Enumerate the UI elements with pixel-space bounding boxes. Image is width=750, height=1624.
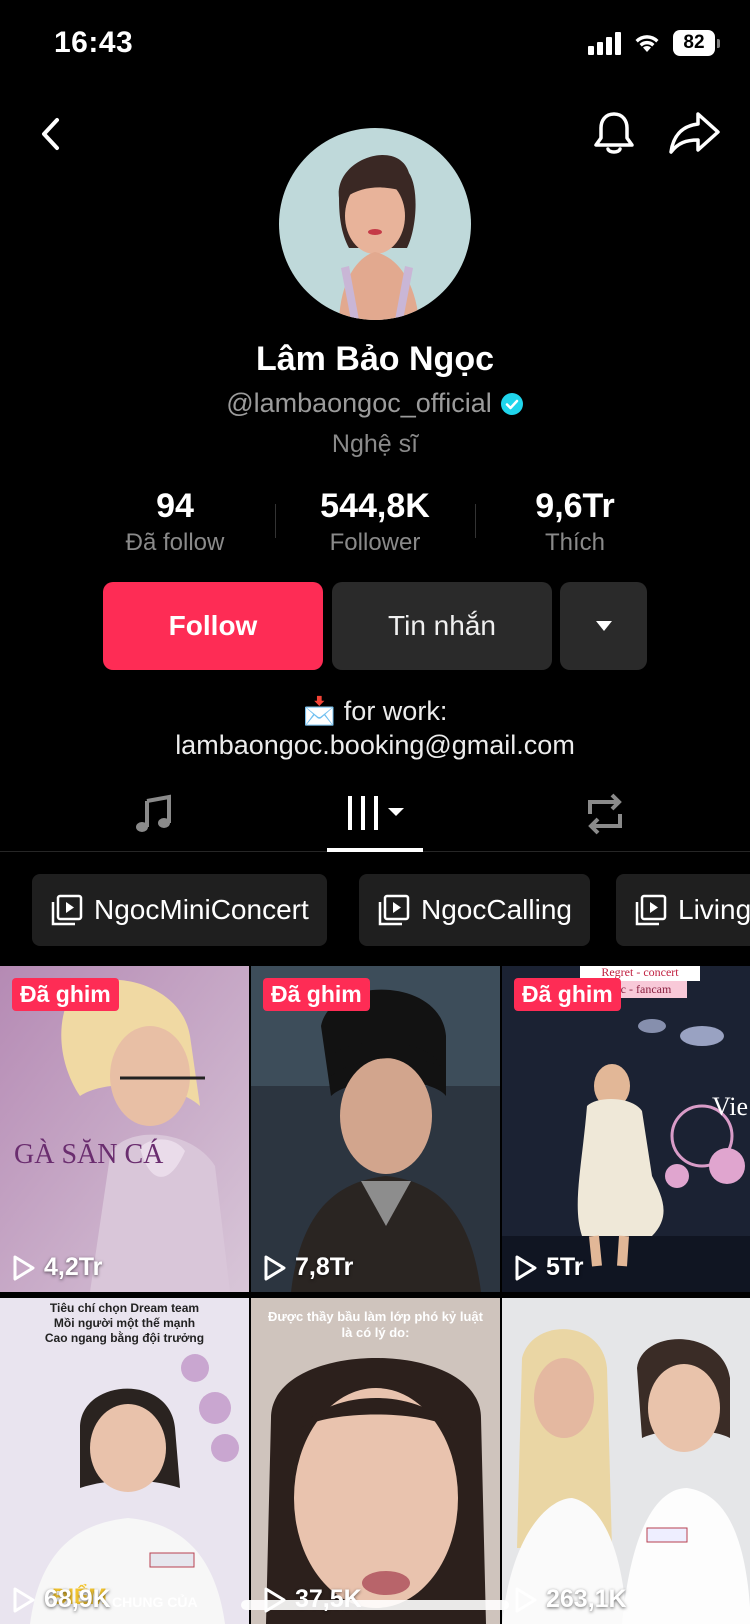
- view-count-value: 7,8Tr: [295, 1253, 354, 1281]
- view-count: 4,2Tr: [12, 1253, 102, 1282]
- video-thumbnail[interactable]: Đã ghim 7,8Tr: [251, 966, 500, 1292]
- stat-following-value: 94: [156, 487, 194, 525]
- active-tab-indicator: [327, 848, 423, 852]
- playlist-chip[interactable]: NgocCalling: [359, 874, 590, 946]
- view-count: 263,1K: [514, 1585, 627, 1614]
- playlist-row: NgocMiniConcert NgocCalling Living: [0, 874, 750, 946]
- thumbnail-overlay-text: Cao ngang bằng đội trưởng: [44, 1331, 205, 1345]
- status-time: 16:43: [54, 26, 134, 59]
- bio-line-1-text: for work:: [343, 696, 448, 726]
- playlist-icon: [378, 894, 410, 926]
- profile-tabs: [0, 770, 750, 852]
- thumbnail-overlay-text: Được thầy bầu làm lớp phó kỷ luật: [268, 1309, 483, 1324]
- bio-email[interactable]: lambaongoc.booking@gmail.com: [0, 728, 750, 762]
- tab-videos[interactable]: [340, 790, 414, 838]
- stats-row: 94 Đã follow 544,8K Follower 9,6Tr Thích: [0, 486, 750, 556]
- signal-icon: [588, 31, 621, 55]
- thumbnail-image: [0, 966, 249, 1292]
- playlist-chip-label: NgocCalling: [421, 894, 572, 925]
- verified-badge-icon: [500, 392, 523, 415]
- avatar[interactable]: [279, 128, 471, 320]
- stat-likes-label: Thích: [544, 529, 606, 556]
- chevron-left-icon: [42, 118, 59, 150]
- caret-down-icon: [595, 621, 612, 631]
- home-indicator[interactable]: [241, 1600, 509, 1610]
- more-options-button[interactable]: [560, 582, 647, 670]
- status-icons: 82: [588, 30, 720, 56]
- play-icon: [264, 1255, 286, 1280]
- music-note-icon: [136, 794, 171, 832]
- handle-row: @lambaongoc_official: [0, 388, 750, 419]
- wifi-icon: [635, 35, 659, 52]
- thumbnail-image: [502, 966, 750, 1292]
- video-thumbnail[interactable]: Được thầy bầu làm lớp phó kỷ luật là có …: [251, 1298, 500, 1624]
- video-thumbnail[interactable]: 263,1K: [502, 1298, 750, 1624]
- stat-followers-value: 544,8K: [320, 487, 430, 525]
- view-count-value: 4,2Tr: [44, 1253, 103, 1281]
- profile-category: Nghệ sĩ: [331, 430, 419, 458]
- thumbnail-image: [251, 966, 500, 1292]
- stat-likes-value: 9,6Tr: [535, 487, 615, 525]
- play-icon: [515, 1587, 537, 1612]
- battery-icon: 82: [673, 30, 720, 56]
- pinned-badge: Đã ghim: [263, 978, 370, 1011]
- share-button[interactable]: [662, 104, 726, 162]
- envelope-icon: 📩: [302, 696, 337, 726]
- thumbnail-overlay-text: Vie: [712, 1092, 748, 1121]
- back-button[interactable]: [24, 106, 80, 162]
- view-count: 5Tr: [514, 1253, 584, 1282]
- follow-button[interactable]: Follow: [103, 582, 323, 670]
- stat-following[interactable]: 94 Đã follow: [75, 486, 275, 560]
- stat-followers[interactable]: 544,8K Follower: [275, 486, 475, 560]
- video-thumbnail[interactable]: GÀ SĂN CÁ Đã ghim 4,2Tr: [0, 966, 249, 1292]
- video-thumbnail[interactable]: Regret - concert ngoc - fancam Vie Đã gh…: [502, 966, 750, 1292]
- thumbnail-image: [251, 1298, 500, 1624]
- play-icon: [13, 1255, 35, 1280]
- view-count-value: 5Tr: [546, 1253, 584, 1281]
- view-count: 7,8Tr: [263, 1253, 353, 1282]
- thumbnail-overlay-text: là có lý do:: [341, 1325, 410, 1340]
- playlist-icon: [635, 894, 667, 926]
- grid-videos-icon: [348, 796, 404, 830]
- view-count-value: 263,1K: [546, 1585, 627, 1613]
- share-icon: [669, 112, 720, 154]
- playlist-chip-label: NgocMiniConcert: [94, 894, 309, 925]
- stat-following-label: Đã follow: [125, 529, 225, 556]
- bell-icon: [594, 112, 634, 154]
- playlist-chip[interactable]: Living: [616, 874, 750, 946]
- repost-icon: [588, 793, 622, 835]
- playlist-chip[interactable]: NgocMiniConcert: [32, 874, 327, 946]
- thumbnail-overlay-text: GÀ SĂN CÁ: [14, 1139, 164, 1170]
- video-thumbnail[interactable]: Tiêu chí chọn Dream team Mồi người một t…: [0, 1298, 249, 1624]
- view-count-value: 68,9K: [44, 1585, 111, 1613]
- profile-name: Lâm Bảo Ngọc: [255, 340, 495, 378]
- video-grid: GÀ SĂN CÁ Đã ghim 4,2Tr Đã ghim 7,8Tr Re…: [0, 966, 750, 1624]
- pinned-badge: Đã ghim: [12, 978, 119, 1011]
- pinned-badge: Đã ghim: [514, 978, 621, 1011]
- thumbnail-image: [502, 1298, 750, 1624]
- view-count: 68,9K: [12, 1585, 111, 1614]
- avatar-image: [279, 128, 471, 320]
- bio: 📩 for work: lambaongoc.booking@gmail.com: [0, 694, 750, 762]
- tab-music[interactable]: [120, 790, 190, 838]
- play-icon: [515, 1255, 537, 1280]
- stat-likes[interactable]: 9,6Tr Thích: [475, 486, 675, 560]
- message-button[interactable]: Tin nhắn: [332, 582, 552, 670]
- play-icon: [13, 1587, 35, 1612]
- profile-handle: @lambaongoc_official: [226, 388, 492, 418]
- tab-reposts[interactable]: [580, 790, 630, 838]
- playlist-chip-label: Living: [678, 894, 750, 925]
- stat-followers-label: Follower: [329, 529, 421, 556]
- thumbnail-overlay-text: CHUNG CỦA: [112, 1594, 198, 1610]
- notification-button[interactable]: [585, 104, 643, 162]
- bio-line-1: 📩 for work:: [0, 694, 750, 728]
- profile-actions: Follow Tin nhắn: [103, 582, 647, 670]
- playlist-icon: [51, 894, 83, 926]
- status-bar: 16:43 82: [0, 0, 750, 90]
